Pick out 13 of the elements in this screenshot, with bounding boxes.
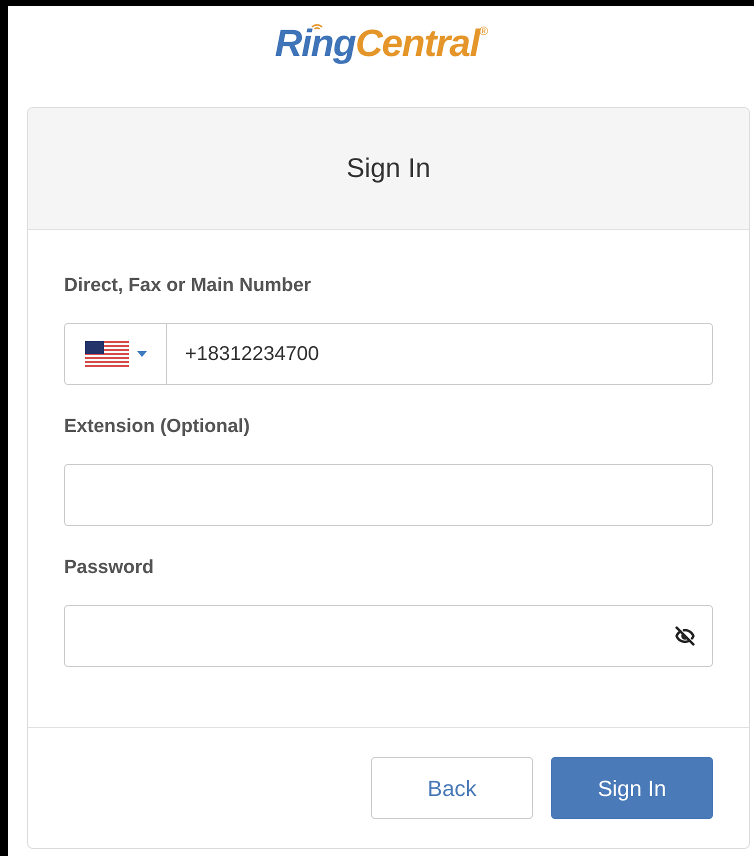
flag-icon (84, 341, 128, 367)
field-label: Direct, Fax or Main Number (64, 274, 312, 298)
phone-field[interactable]: +18312234700 (167, 323, 713, 385)
back-button[interactable]: Back (371, 757, 533, 819)
password-field[interactable] (64, 605, 713, 667)
field-label: Extension (Optional) (64, 415, 251, 439)
sign-in-button[interactable]: Sign In (551, 757, 713, 819)
country-dropdown[interactable] (64, 323, 167, 385)
eye-off-icon[interactable] (674, 625, 696, 647)
caret-icon (136, 351, 146, 357)
field-label: Password (64, 556, 155, 580)
extension-field[interactable] (64, 464, 713, 526)
card-title: Sign In (346, 152, 431, 186)
